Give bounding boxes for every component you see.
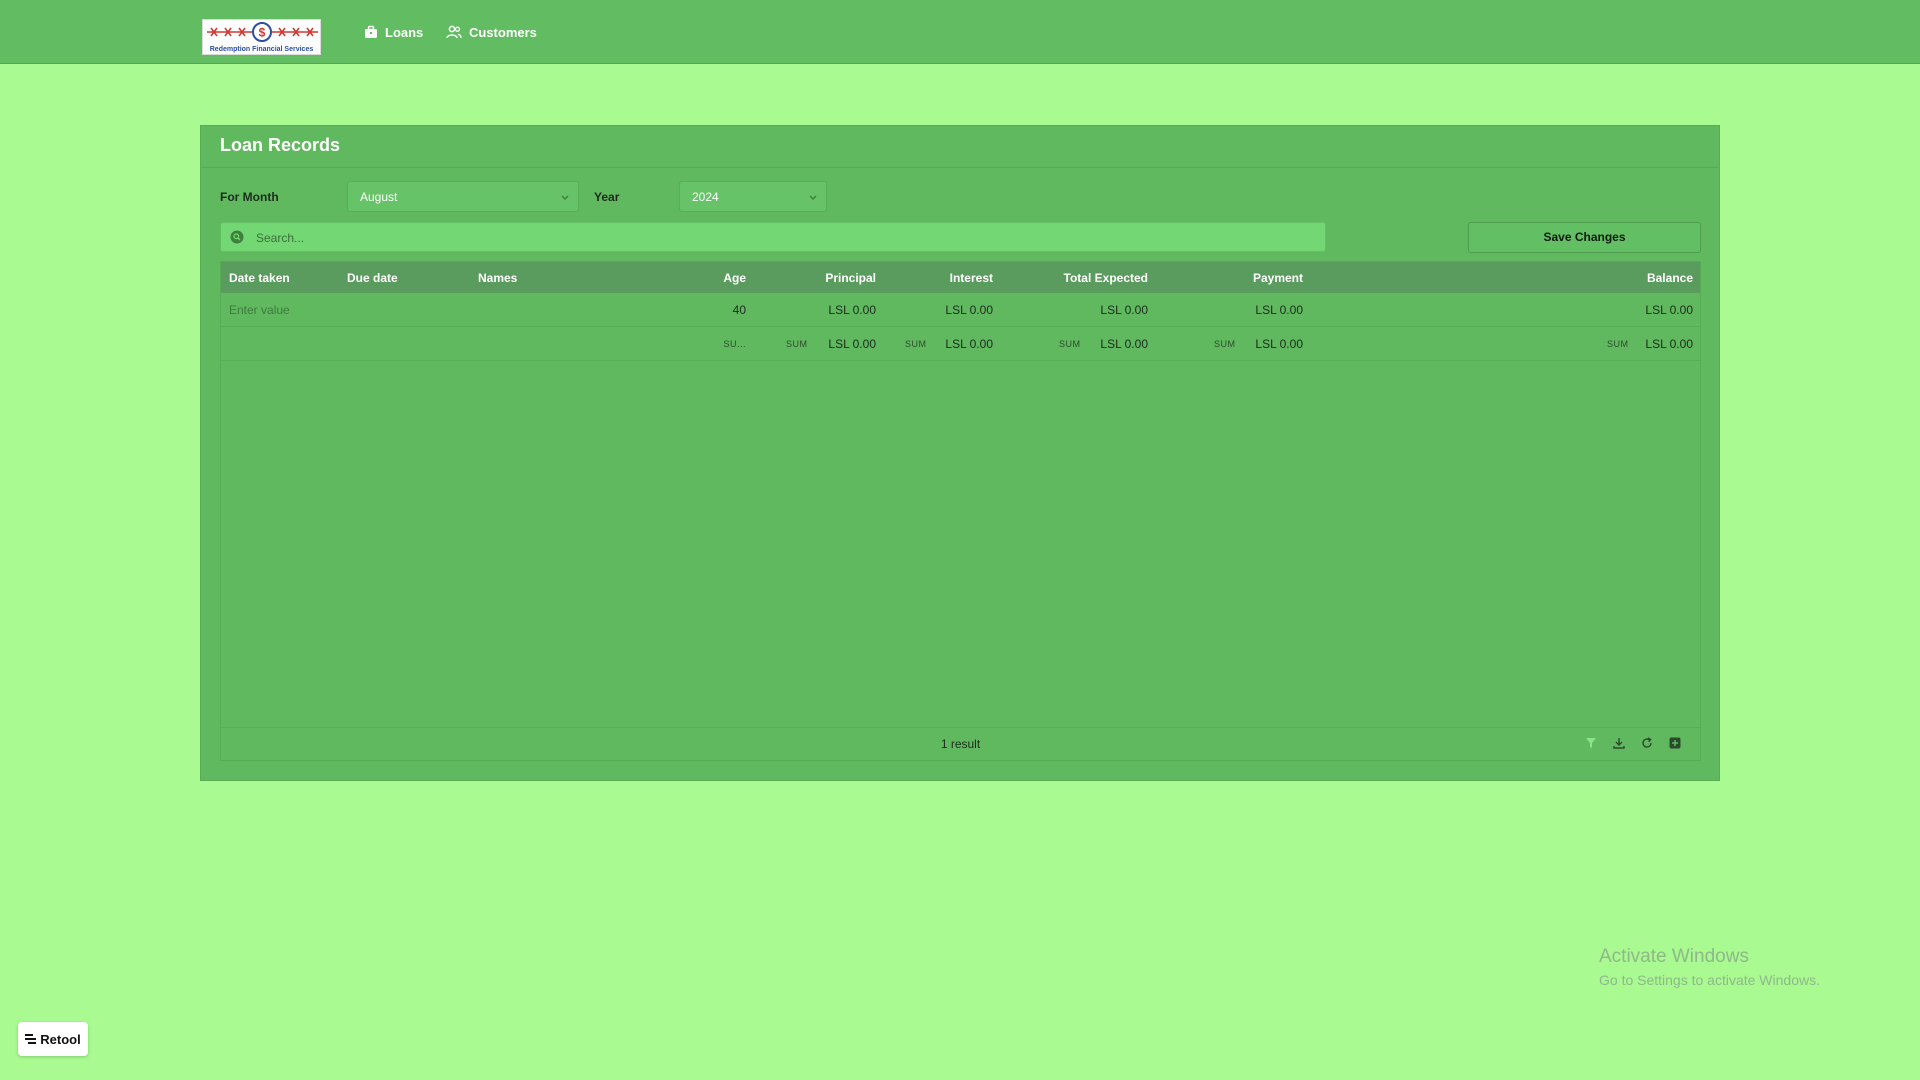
interest-sum-value: LSL 0.00 bbox=[945, 337, 993, 351]
column-header-total-expected[interactable]: Total Expected bbox=[1064, 271, 1148, 285]
activation-watermark-title: Activate Windows bbox=[1599, 946, 1749, 967]
column-header-interest[interactable]: Interest bbox=[950, 271, 993, 285]
year-select[interactable]: 2024 bbox=[679, 181, 827, 212]
brand-name: Redemption Financial Services bbox=[209, 46, 314, 53]
filter-icon[interactable] bbox=[1584, 736, 1598, 750]
month-select-value: August bbox=[360, 190, 398, 204]
nav-loans-label: Loans bbox=[385, 24, 424, 40]
loan-records-card: Loan Records For Month August Year 2024 … bbox=[200, 125, 1720, 781]
top-nav: $ Redemption Financial Services Loans Cu… bbox=[0, 0, 1920, 64]
table-footer: 1 result bbox=[221, 727, 1700, 760]
age-summary-label: SU... bbox=[723, 339, 746, 349]
interest-cell[interactable]: LSL 0.00 bbox=[945, 303, 993, 317]
retool-badge-label: Retool bbox=[40, 1031, 81, 1047]
search-icon bbox=[230, 230, 244, 244]
total-expected-sum-value: LSL 0.00 bbox=[1100, 337, 1148, 351]
payment-sum-value: LSL 0.00 bbox=[1255, 337, 1303, 351]
users-icon bbox=[446, 25, 462, 39]
table-header: Date taken Due date Names Age Principal … bbox=[221, 262, 1700, 293]
total-expected-cell[interactable]: LSL 0.00 bbox=[1100, 303, 1148, 317]
month-label: For Month bbox=[220, 190, 279, 204]
add-row-icon[interactable] bbox=[1668, 736, 1682, 750]
payment-cell[interactable]: LSL 0.00 bbox=[1255, 303, 1303, 317]
nav-customers[interactable]: Customers bbox=[446, 22, 537, 42]
brand-logo[interactable]: $ Redemption Financial Services bbox=[202, 19, 321, 55]
retool-badge[interactable]: Retool bbox=[18, 1022, 88, 1056]
summary-row: SU... SUM LSL 0.00 SUM LSL 0.00 SUM LSL … bbox=[221, 327, 1700, 361]
svg-text:$: $ bbox=[259, 26, 266, 40]
principal-sum-value: LSL 0.00 bbox=[828, 337, 876, 351]
logo-emblem: $ bbox=[207, 22, 318, 42]
date-taken-cell[interactable]: Enter value bbox=[229, 303, 290, 317]
column-header-balance[interactable]: Balance bbox=[1647, 271, 1693, 285]
principal-cell[interactable]: LSL 0.00 bbox=[828, 303, 876, 317]
year-label: Year bbox=[594, 190, 620, 204]
balance-cell[interactable]: LSL 0.00 bbox=[1645, 303, 1693, 317]
column-header-age[interactable]: Age bbox=[723, 271, 746, 285]
column-header-date-taken[interactable]: Date taken bbox=[229, 271, 290, 285]
column-header-names[interactable]: Names bbox=[478, 271, 517, 285]
refresh-icon[interactable] bbox=[1640, 736, 1654, 750]
loan-table: Date taken Due date Names Age Principal … bbox=[220, 261, 1701, 761]
age-cell[interactable]: 40 bbox=[733, 303, 746, 317]
month-select[interactable]: August bbox=[347, 181, 579, 212]
search-bar bbox=[220, 222, 1326, 253]
payment-sum-label: SUM bbox=[1214, 339, 1236, 349]
total-expected-sum-label: SUM bbox=[1059, 339, 1081, 349]
interest-sum-label: SUM bbox=[905, 339, 927, 349]
card-header: Loan Records bbox=[201, 126, 1719, 168]
year-select-value: 2024 bbox=[692, 190, 719, 204]
chevron-down-icon bbox=[561, 195, 569, 200]
download-icon[interactable] bbox=[1612, 736, 1626, 750]
chevron-down-icon bbox=[809, 195, 817, 200]
balance-sum-label: SUM bbox=[1607, 339, 1629, 349]
page-title: Loan Records bbox=[220, 135, 341, 155]
column-header-due-date[interactable]: Due date bbox=[347, 271, 398, 285]
result-count: 1 result bbox=[940, 737, 981, 751]
briefcase-icon bbox=[365, 25, 377, 38]
column-header-principal[interactable]: Principal bbox=[825, 271, 876, 285]
balance-sum-value: LSL 0.00 bbox=[1645, 337, 1693, 351]
search-input[interactable] bbox=[254, 223, 1318, 253]
save-changes-button[interactable]: Save Changes bbox=[1468, 222, 1701, 253]
retool-logo-icon bbox=[25, 1034, 37, 1044]
nav-loans[interactable]: Loans bbox=[364, 22, 423, 42]
nav-customers-label: Customers bbox=[469, 24, 537, 40]
principal-sum-label: SUM bbox=[786, 339, 808, 349]
table-row[interactable]: Enter value 40 LSL 0.00 LSL 0.00 LSL 0.0… bbox=[221, 293, 1700, 327]
column-header-payment[interactable]: Payment bbox=[1253, 271, 1303, 285]
activation-watermark-subtitle: Go to Settings to activate Windows. bbox=[1599, 972, 1820, 988]
